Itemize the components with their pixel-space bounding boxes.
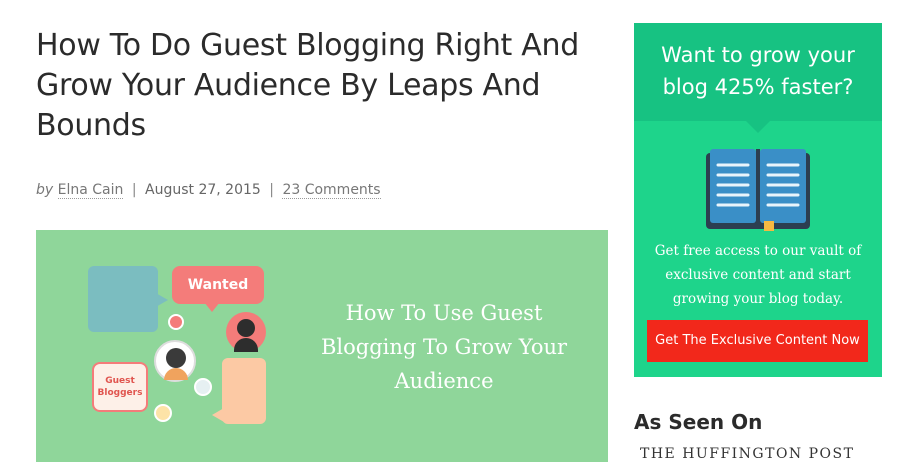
hero-image: Wanted Guest Bloggers How To Use Guest B… xyxy=(36,230,608,462)
speech-bubble-tail xyxy=(204,302,220,312)
post-date: August 27, 2015 xyxy=(145,182,261,198)
post-title: How To Do Guest Blogging Right And Grow … xyxy=(36,28,579,143)
optin-description: Get free access to our vault of exclusiv… xyxy=(654,243,862,307)
woman-avatar-icon xyxy=(154,340,196,382)
speech-bubble-tail xyxy=(212,408,224,422)
speech-bubble-tail xyxy=(154,292,168,308)
book-icon xyxy=(706,149,810,231)
as-seen-on-heading: As Seen On xyxy=(634,410,763,434)
meta-separator: | xyxy=(131,182,137,198)
hero-headline: How To Use Guest Blogging To Grow Your A… xyxy=(320,301,568,393)
huffington-post-logo: THE HUFFINGTON POST xyxy=(640,446,855,462)
meta-separator: | xyxy=(269,182,274,198)
guest-label: Guest xyxy=(105,376,135,386)
by-label: by xyxy=(36,182,54,198)
get-exclusive-content-button[interactable]: Get The Exclusive Content Now xyxy=(647,320,868,362)
guest-bloggers-label: Guest Bloggers xyxy=(92,362,148,412)
small-avatar-icon xyxy=(194,378,212,396)
man-avatar-icon xyxy=(226,312,266,352)
optin-widget: Want to grow your blog 425% faster? Get … xyxy=(634,23,882,377)
optin-header-arrow xyxy=(746,121,770,133)
optin-heading: Want to grow your blog 425% faster? xyxy=(661,43,855,99)
peach-speech-bubble xyxy=(222,358,266,424)
small-avatar-icon xyxy=(168,314,184,330)
blue-speech-bubble xyxy=(88,266,158,332)
small-avatar-icon xyxy=(154,404,172,422)
bloggers-label: Bloggers xyxy=(97,388,143,398)
author-link[interactable]: Elna Cain xyxy=(57,182,124,199)
post-meta: by Elna Cain | August 27, 2015 | 23 Comm… xyxy=(36,182,381,199)
wanted-bubble: Wanted xyxy=(172,266,264,304)
comments-link[interactable]: 23 Comments xyxy=(282,182,381,199)
